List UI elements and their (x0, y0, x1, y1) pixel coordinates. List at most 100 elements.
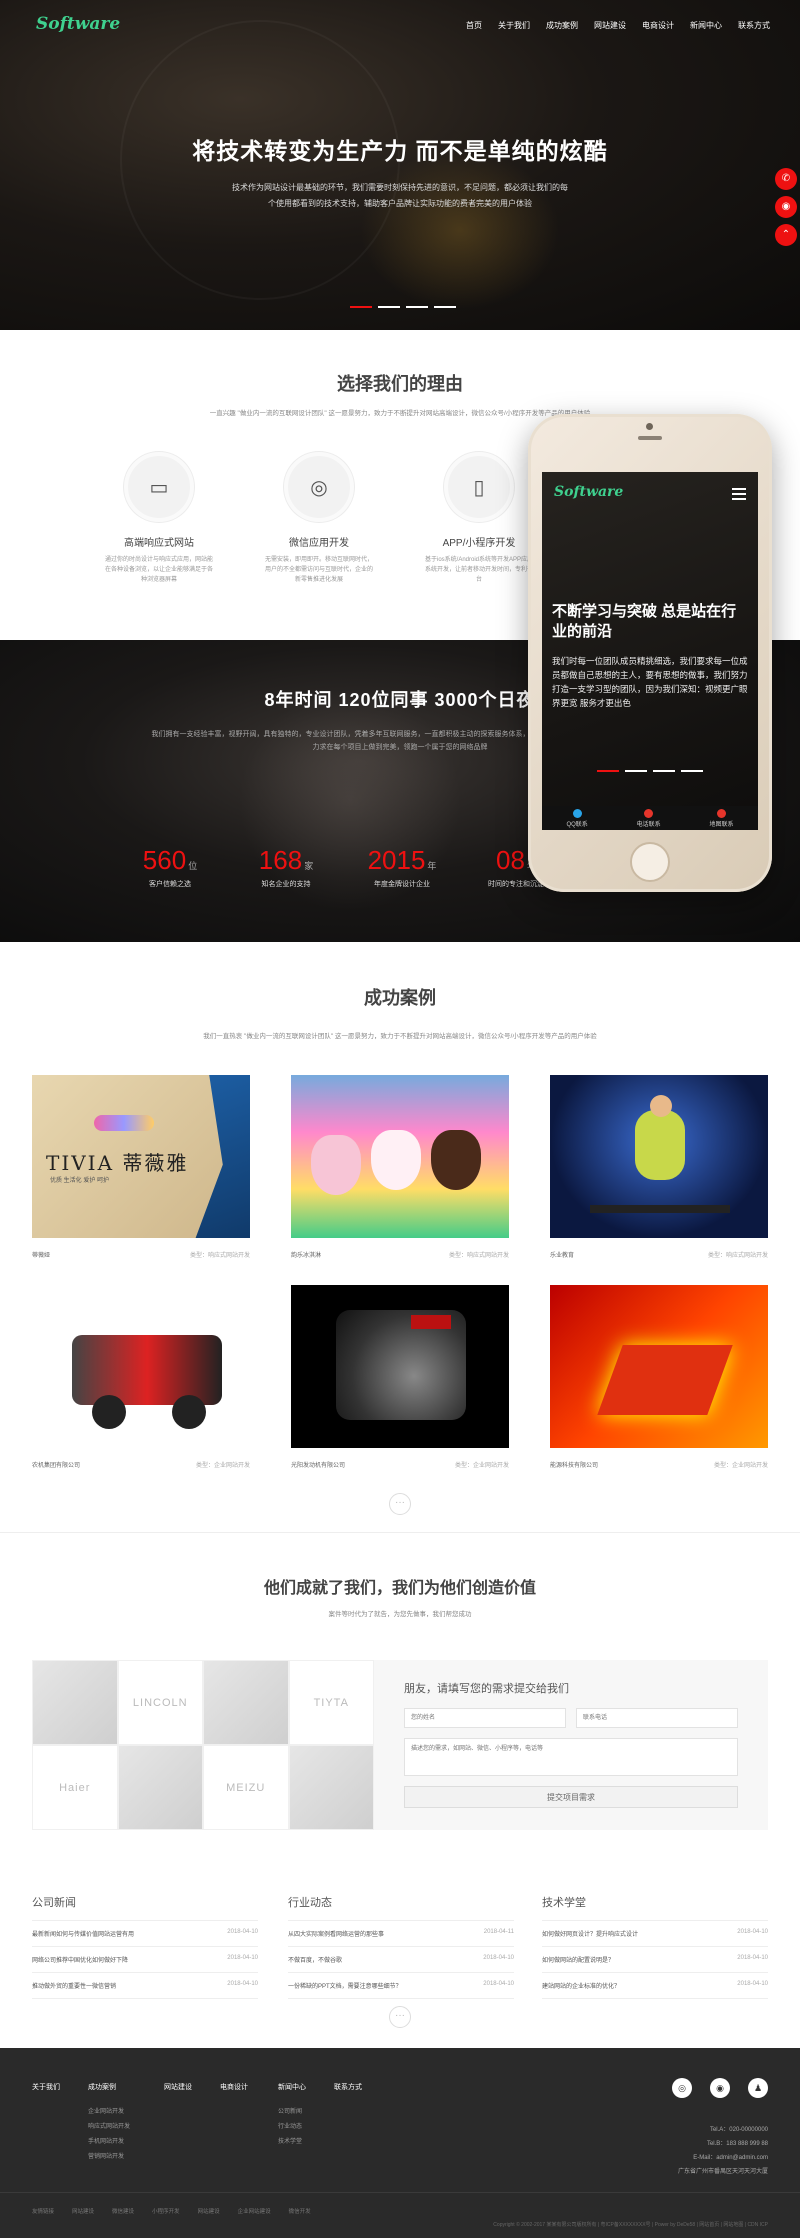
footer-col-title[interactable]: 网站建设 (164, 2082, 192, 2092)
client-logo-tiyta[interactable]: TIYTA (288, 1660, 374, 1745)
footer-col-title[interactable]: 成功案例 (88, 2082, 130, 2092)
friend-link[interactable]: 企业网站建设 (238, 2207, 271, 2215)
footer-link[interactable]: 企业网站开发 (88, 2106, 130, 2115)
footer-col-title[interactable]: 新闻中心 (278, 2082, 306, 2092)
footer-col-title[interactable]: 联系方式 (334, 2082, 362, 2092)
news-item[interactable]: 如何做好网页设计？提升响应式设计 2018-04-10 (542, 1921, 768, 1947)
case-name[interactable]: 韵乐冰淇淋 (291, 1250, 321, 1259)
friend-link[interactable]: 小程序开发 (152, 2207, 180, 2215)
footer-link[interactable]: 公司新闻 (278, 2106, 306, 2115)
site-logo[interactable]: Software (36, 14, 120, 34)
case-image[interactable] (550, 1285, 768, 1448)
case-image[interactable]: TIVIA 蒂薇雅 优质 生活化 爱护 呵护 (32, 1075, 250, 1238)
slider-dot[interactable] (681, 770, 703, 772)
nav-item-home[interactable]: 首页 (466, 20, 482, 31)
name-input[interactable] (404, 1708, 566, 1728)
friend-link[interactable]: 微信开发 (289, 2207, 311, 2215)
section-divider (0, 1532, 800, 1533)
news-column-title[interactable]: 技术学堂 (542, 1894, 768, 1921)
case-image[interactable] (291, 1075, 509, 1238)
nav-item-cases[interactable]: 成功案例 (546, 20, 578, 31)
news-item[interactable]: 最新新闻如何与传媒价值网站运营有用 2018-04-10 (32, 1921, 258, 1947)
client-logo-lincoln[interactable]: LINCOLN (117, 1660, 203, 1745)
footer-link[interactable]: 营销网站开发 (88, 2151, 130, 2160)
feature-title: APP/小程序开发 (442, 538, 516, 549)
mobile-tab-phone[interactable]: 电话联系 (637, 808, 661, 828)
hero-title: 将技术转变为生产力 而不是单纯的炫酷 (192, 138, 608, 164)
friend-link[interactable]: 微信建设 (112, 2207, 134, 2215)
mobile-tab-map[interactable]: 地图联系 (710, 808, 734, 828)
case-name[interactable]: 光阳发动机有限公司 (291, 1460, 345, 1469)
nav-item-about[interactable]: 关于我们 (498, 20, 530, 31)
slider-dot[interactable] (597, 770, 619, 772)
case-card[interactable]: 乐业教育 类型：响应式网站开发 (550, 1075, 768, 1259)
footer-link[interactable]: 技术学堂 (278, 2136, 306, 2145)
case-image[interactable] (291, 1285, 509, 1448)
nav-item-news[interactable]: 新闻中心 (690, 20, 722, 31)
case-card[interactable]: TIVIA 蒂薇雅 优质 生活化 爱护 呵护 蒂薇娅 类型：响应式网站开发 (32, 1075, 250, 1259)
friend-link[interactable]: 网站建设 (198, 2207, 220, 2215)
submit-button[interactable]: 提交项目需求 (404, 1786, 738, 1808)
phone-input[interactable] (576, 1708, 738, 1728)
news-item[interactable]: 网络公司推荐中国优化如何做好下降 2018-04-10 (32, 1947, 258, 1973)
cases-more-button[interactable]: ··· (389, 1493, 411, 1515)
client-logo-haier[interactable]: Haier (32, 1745, 118, 1830)
qq-icon[interactable]: ♟ (748, 2078, 768, 2098)
case-card[interactable]: 韵乐冰淇淋 类型：响应式网站开发 (291, 1075, 509, 1259)
requirement-textarea[interactable] (404, 1738, 738, 1776)
client-logo-portrait[interactable] (203, 1660, 289, 1745)
slider-dot[interactable] (434, 306, 456, 308)
phone-icon[interactable]: ✆ (775, 168, 797, 190)
client-logo-car[interactable] (32, 1660, 118, 1745)
contact-address: 广东省广州市番禺区天河天河大厦 (677, 2169, 768, 2175)
friend-link[interactable]: 网站建设 (72, 2207, 94, 2215)
case-name[interactable]: 乐业教育 (550, 1250, 574, 1259)
news-item[interactable]: 推动做外贸的重要性一微信营销 2018-04-10 (32, 1973, 258, 1999)
client-logo-building[interactable] (117, 1745, 203, 1830)
news-item[interactable]: 从四大实际案例看网络运营的那些事 2018-04-11 (288, 1921, 514, 1947)
case-card[interactable]: 农机集团有限公司 类型：企业网站开发 (32, 1285, 250, 1469)
slider-dot[interactable] (378, 306, 400, 308)
footer-col-title[interactable]: 关于我们 (32, 2082, 60, 2092)
phone-home-button (630, 842, 670, 882)
nav-item-ecommerce[interactable]: 电商设计 (642, 20, 674, 31)
case-card[interactable]: 光阳发动机有限公司 类型：企业网站开发 (291, 1285, 509, 1469)
news-item[interactable]: 如何做网站的配置说明是？ 2018-04-10 (542, 1947, 768, 1973)
case-name[interactable]: 能源科技有限公司 (550, 1460, 598, 1469)
case-type: 类型：响应式网站开发 (189, 1253, 250, 1259)
footer-link[interactable]: 手机网站开发 (88, 2136, 130, 2145)
case-card[interactable]: 能源科技有限公司 类型：企业网站开发 (550, 1285, 768, 1469)
news-more-button[interactable]: ··· (389, 2006, 411, 2028)
case-name[interactable]: 农机集团有限公司 (32, 1460, 80, 1469)
arrow-up-icon[interactable]: ⌃ (775, 224, 797, 246)
mobile-logo[interactable]: Software (554, 484, 623, 500)
news-item[interactable]: 一份稀缺的PPT文档，需要注意哪些细节？ 2018-04-10 (288, 1973, 514, 1999)
hero-glow (360, 150, 560, 310)
chat-icon[interactable]: ◉ (775, 196, 797, 218)
stat-label: 知名企业的支持 (261, 881, 311, 888)
client-logo-meizu[interactable]: MEIZU (203, 1745, 289, 1830)
nav-item-web-build[interactable]: 网站建设 (594, 20, 626, 31)
slider-dot[interactable] (653, 770, 675, 772)
case-image[interactable] (550, 1075, 768, 1238)
hamburger-menu-icon[interactable] (732, 488, 746, 503)
weibo-icon[interactable]: ◉ (710, 2078, 730, 2098)
slider-dot[interactable] (625, 770, 647, 772)
news-item[interactable]: 不做百度，不做谷歌 2018-04-10 (288, 1947, 514, 1973)
footer-col-title[interactable]: 电商设计 (220, 2082, 248, 2092)
news-column-title[interactable]: 行业动态 (288, 1894, 514, 1921)
slider-dot[interactable] (406, 306, 428, 308)
news-column-title[interactable]: 公司新闻 (32, 1894, 258, 1921)
phone-camera (646, 423, 653, 430)
client-logo-phone[interactable] (288, 1745, 374, 1830)
case-image[interactable] (32, 1285, 250, 1448)
mobile-tab-qq[interactable]: QQ联系 (566, 808, 588, 828)
slider-dot[interactable] (350, 306, 372, 308)
nav-item-contact[interactable]: 联系方式 (738, 20, 770, 31)
footer-link[interactable]: 响应式网站开发 (88, 2121, 130, 2130)
news-item[interactable]: 建站网站的企业标准的优化？ 2018-04-10 (542, 1973, 768, 1999)
case-name[interactable]: 蒂薇娅 (32, 1250, 50, 1259)
footer-link[interactable]: 行业动态 (278, 2121, 306, 2130)
contact-tel-a: Tel.A：020-00000000 (709, 2127, 768, 2133)
wechat-icon[interactable]: ◎ (672, 2078, 692, 2098)
